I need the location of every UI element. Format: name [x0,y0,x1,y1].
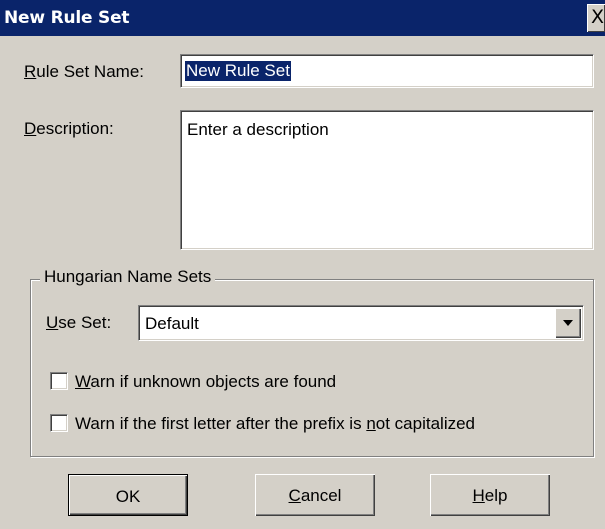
rule-set-name-label: Rule Set Name: [24,62,145,81]
window-title: New Rule Set [4,8,130,28]
cancel-button[interactable]: Cancel [255,474,375,516]
new-rule-set-dialog: New Rule Set X Rule Set Name: New Rule S… [0,0,605,529]
warn-not-capitalized-label[interactable]: Warn if the first letter after the prefi… [75,414,475,434]
use-set-label: Use Set: [46,313,112,332]
chevron-down-icon [563,320,573,326]
dropdown-button[interactable] [555,308,581,338]
rule-set-name-value: New Rule Set [185,61,291,81]
description-label: Description: [24,119,114,138]
warn-unknown-objects-label[interactable]: Warn if unknown objects are found [75,372,336,392]
description-textarea[interactable]: Enter a description [180,110,594,250]
close-button[interactable]: X [587,4,605,32]
use-set-selected-value: Default [145,314,199,333]
help-button-label: Help [472,486,508,505]
description-value: Enter a description [187,120,329,139]
warn-unknown-objects-checkbox[interactable] [50,372,68,390]
rule-set-name-input[interactable]: New Rule Set [180,54,594,88]
cancel-button-label: Cancel [288,486,342,505]
close-icon: X [591,6,605,28]
hungarian-name-sets-legend: Hungarian Name Sets [40,267,216,287]
use-set-select[interactable]: Default [138,305,584,341]
ok-button[interactable]: OK [68,474,188,516]
warn-not-capitalized-checkbox[interactable] [50,414,68,432]
title-bar[interactable]: New Rule Set X [0,0,605,36]
ok-button-label: OK [115,487,141,506]
help-button[interactable]: Help [430,474,550,516]
